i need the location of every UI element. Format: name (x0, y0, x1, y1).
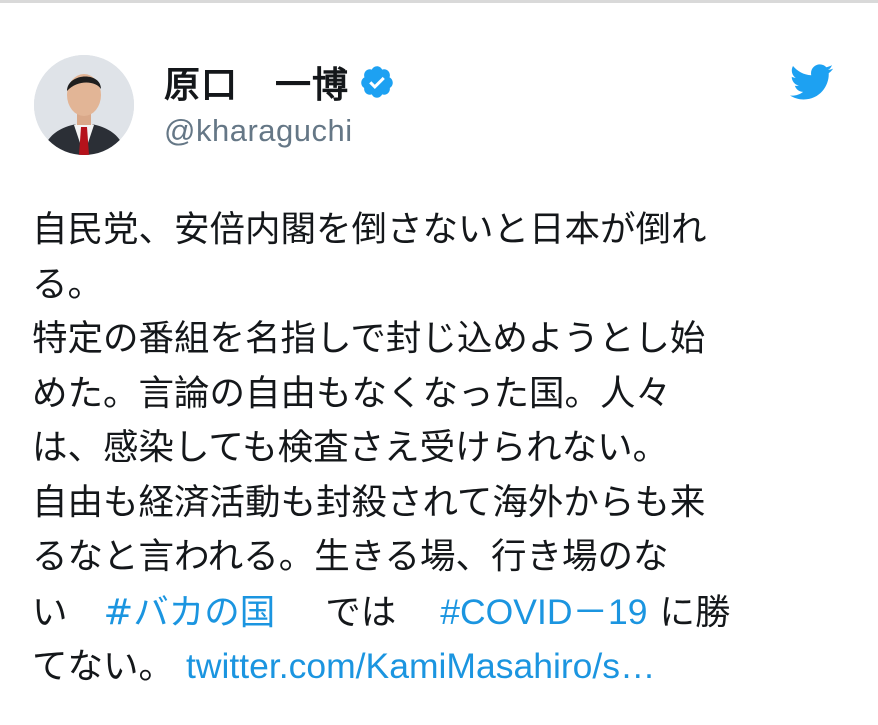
hashtag-link[interactable]: #バカの国 (104, 592, 276, 633)
name-row: 原口 一博 (164, 57, 395, 107)
avatar[interactable] (34, 55, 134, 155)
tweet-text-fragment: い (32, 591, 68, 633)
verified-badge-icon (359, 64, 395, 100)
tweet-card: 原口 一博 @kharaguchi 自民党、安倍内閣を倒さないと日本が倒れ る。… (0, 3, 878, 725)
display-name[interactable]: 原口 一博 (164, 56, 349, 108)
tweet-line-1: 自民党、安倍内閣を倒さないと日本が倒れ (32, 209, 707, 250)
tweet-line-7: るなと言われる。生きる場、行き場のな (32, 536, 669, 577)
tweet-line-3: 特定の番組を名指しで封じ込めようとし始 (32, 318, 706, 359)
tweet-line-2: る。 (32, 263, 104, 305)
tweet-line-8: い #バカの国 では #COVID－19 に勝 (32, 585, 852, 640)
tweet-text-fragment: てない。 (32, 646, 175, 687)
avatar-photo (34, 55, 134, 155)
tweet-line-5: は、感染しても検査さえ受けられない。 (32, 427, 669, 468)
tweet-line-9: てない。 twitter.com/KamiMasahiro/s… (32, 639, 852, 694)
author-block: 原口 一博 @kharaguchi (164, 57, 395, 149)
handle[interactable]: @kharaguchi (164, 113, 395, 149)
tweet-line-6: 自由も経済活動も封殺されて海外からも来 (32, 481, 706, 523)
tweet-text-fragment: に勝 (659, 591, 731, 633)
tweet-text-fragment: では (325, 591, 397, 633)
hashtag-link[interactable]: #COVID－19 (440, 592, 647, 632)
twitter-bird-icon[interactable] (788, 63, 834, 101)
url-link[interactable]: twitter.com/KamiMasahiro/s… (186, 646, 656, 686)
tweet-text: 自民党、安倍内閣を倒さないと日本が倒れ る。 特定の番組を名指しで封じ込めようと… (32, 203, 852, 694)
tweet-line-4: めた。言論の自由もなくなった国。人々 (32, 372, 672, 414)
